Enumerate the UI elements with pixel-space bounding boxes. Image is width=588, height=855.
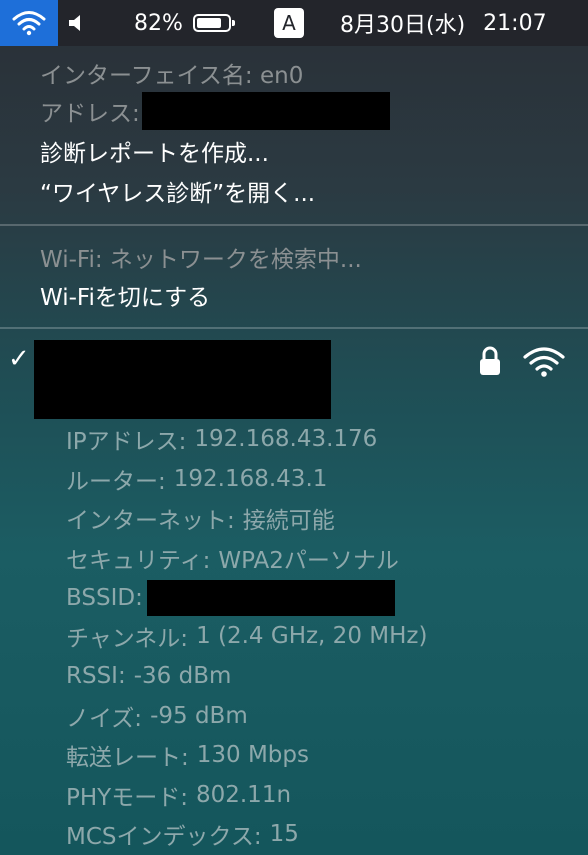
detail-label: インターネット: xyxy=(66,508,235,534)
detail-router: ルーター: 192.168.43.1 xyxy=(66,461,327,497)
detail-tx-rate: 転送レート: 130 Mbps xyxy=(66,737,309,773)
menu-bar: 82% A 8月30日(水) 21:07 xyxy=(0,0,588,46)
detail-value: 130 Mbps xyxy=(196,742,309,768)
battery-icon xyxy=(192,14,235,32)
detail-channel: チャンネル: 1 (2.4 GHz, 20 MHz) xyxy=(66,618,427,654)
address-redaction xyxy=(141,92,390,130)
detail-value: -95 dBm xyxy=(150,703,248,729)
detail-label: IPアドレス: xyxy=(66,429,187,455)
separator xyxy=(0,224,588,226)
speaker-icon xyxy=(69,15,80,31)
checkmark-icon: ✓ xyxy=(8,344,30,374)
detail-label: 転送レート: xyxy=(66,745,189,771)
volume-button[interactable] xyxy=(66,0,88,46)
address-row: アドレス: xyxy=(40,92,390,130)
create-diagnostic-report-item[interactable]: 診断レポートを作成... xyxy=(40,132,269,170)
battery-menu[interactable]: 82% xyxy=(134,0,235,46)
detail-bssid: BSSID: xyxy=(66,580,395,616)
detail-value: WPA2パーソナル xyxy=(218,548,399,574)
detail-value: 802.11n xyxy=(195,782,292,808)
network-name-redaction xyxy=(34,340,331,419)
detail-value: -36 dBm xyxy=(133,663,232,689)
detail-internet: インターネット: 接続可能 xyxy=(66,500,335,536)
detail-value: 192.168.43.176 xyxy=(194,426,378,452)
detail-value: 15 xyxy=(269,821,299,847)
detail-security: セキュリティ: WPA2パーソナル xyxy=(66,540,399,576)
turn-wifi-off-item[interactable]: Wi-Fiを切にする xyxy=(40,276,210,314)
detail-label: PHYモード: xyxy=(66,785,188,811)
clock[interactable]: 8月30日(水) 21:07 xyxy=(340,0,547,46)
date-text: 8月30日(水) xyxy=(340,13,466,38)
open-wireless-diagnostics-item[interactable]: “ワイヤレス診断”を開く... xyxy=(40,172,315,210)
detail-value: 1 (2.4 GHz, 20 MHz) xyxy=(196,623,428,649)
interface-name: インターフェイス名: en0 xyxy=(40,63,304,89)
detail-label: ノイズ: xyxy=(66,706,143,732)
bssid-redaction xyxy=(146,580,395,616)
separator xyxy=(0,327,588,329)
wifi-menu-button[interactable] xyxy=(0,0,58,46)
detail-label: セキュリティ: xyxy=(66,548,211,574)
detail-label: RSSI: xyxy=(66,663,126,689)
detail-label: チャンネル: xyxy=(66,626,189,652)
detail-value: 192.168.43.1 xyxy=(173,466,328,492)
battery-percent: 82% xyxy=(134,10,183,36)
wifi-icon xyxy=(12,11,46,36)
detail-noise: ノイズ: -95 dBm xyxy=(66,698,248,734)
detail-label: BSSID: xyxy=(66,585,143,611)
address-label: アドレス: xyxy=(40,101,140,127)
input-source-badge: A xyxy=(274,8,304,38)
lock-icon xyxy=(480,346,500,375)
wifi-status: Wi-Fi: ネットワークを検索中... xyxy=(40,247,362,273)
detail-ip-address: IPアドレス: 192.168.43.176 xyxy=(66,421,377,457)
detail-rssi: RSSI: -36 dBm xyxy=(66,658,231,694)
detail-phy-mode: PHYモード: 802.11n xyxy=(66,777,291,813)
detail-mcs-index: MCSインデックス: 15 xyxy=(66,816,299,852)
time-text: 21:07 xyxy=(483,10,547,36)
detail-label: ルーター: xyxy=(66,469,166,495)
wifi-signal-icon xyxy=(523,347,565,377)
detail-label: MCSインデックス: xyxy=(66,824,262,850)
input-source-menu[interactable]: A xyxy=(274,0,304,46)
detail-value: 接続可能 xyxy=(242,508,335,534)
